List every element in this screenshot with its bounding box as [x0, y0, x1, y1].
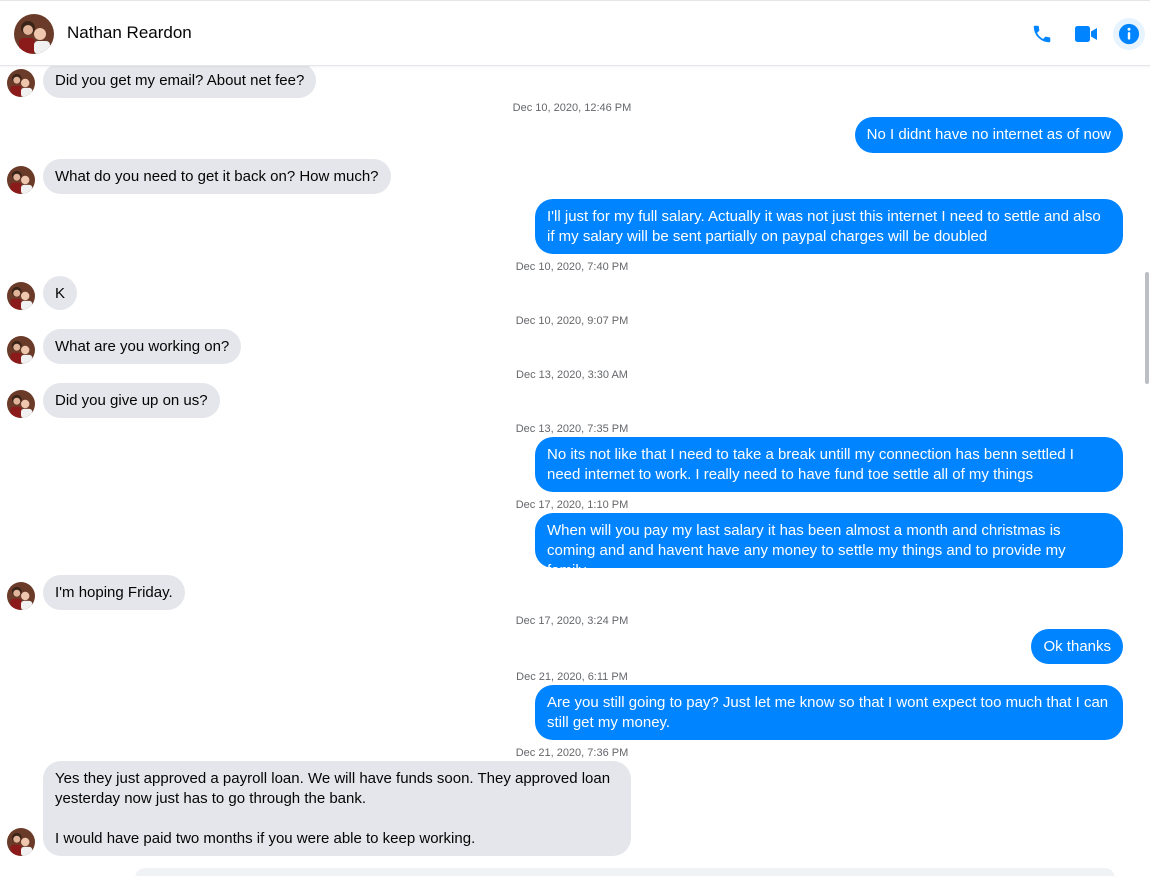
- received-message[interactable]: K: [43, 276, 78, 310]
- received-message[interactable]: Did you get my email? About net fee?: [43, 63, 317, 98]
- message-timestamp: Dec 10, 2020, 7:40 PM: [515, 261, 629, 273]
- sent-message[interactable]: I'll just for my full salary. Actually i…: [535, 199, 1123, 254]
- scrollbar[interactable]: [1144, 66, 1150, 866]
- message-timestamp: Dec 17, 2020, 3:24 PM: [515, 615, 629, 627]
- phone-icon: [1033, 25, 1051, 43]
- sender-avatar: [7, 69, 35, 97]
- received-message[interactable]: Did you give up on us?: [43, 383, 220, 418]
- message-composer[interactable]: [135, 868, 1115, 876]
- video-call-button[interactable]: [1070, 18, 1102, 50]
- call-button[interactable]: [1026, 18, 1058, 50]
- sender-avatar: [7, 282, 35, 310]
- message-timestamp: Dec 13, 2020, 3:30 AM: [516, 369, 628, 381]
- scrollbar-thumb[interactable]: [1145, 272, 1149, 384]
- contact-avatar[interactable]: [14, 14, 54, 54]
- message-timestamp: Dec 17, 2020, 1:10 PM: [515, 499, 629, 511]
- sent-message[interactable]: Are you still going to pay? Just let me …: [535, 685, 1123, 740]
- messenger-window: Nathan Reardon Did you get my email? Abo…: [0, 0, 1150, 876]
- sent-message[interactable]: No its not like that I need to take a br…: [535, 437, 1123, 492]
- received-message[interactable]: What are you working on?: [43, 329, 242, 364]
- sent-message[interactable]: When will you pay my last salary it has …: [535, 513, 1123, 579]
- message-timestamp: Dec 10, 2020, 9:07 PM: [515, 315, 629, 327]
- message-timestamp: Dec 21, 2020, 7:36 PM: [515, 747, 629, 759]
- message-timestamp: Dec 21, 2020, 6:11 PM: [516, 671, 628, 683]
- sender-avatar: [7, 582, 35, 610]
- video-camera-icon: [1075, 26, 1097, 42]
- received-message[interactable]: Yes they just approved a payroll loan. W…: [43, 761, 631, 856]
- sent-message[interactable]: No I didnt have no internet as of now: [854, 117, 1123, 153]
- message-timestamp: Dec 13, 2020, 7:35 PM: [515, 423, 629, 435]
- received-message[interactable]: I'm hoping Friday.: [43, 575, 185, 610]
- sender-avatar: [7, 166, 35, 194]
- contact-name[interactable]: Nathan Reardon: [67, 23, 192, 43]
- received-message[interactable]: What do you need to get it back on? How …: [43, 159, 391, 194]
- message-timestamp: Dec 10, 2020, 12:46 PM: [512, 102, 632, 114]
- sender-avatar: [7, 828, 35, 856]
- message-thread: Did you get my email? About net fee? Dec…: [0, 63, 1150, 876]
- sender-avatar: [7, 336, 35, 364]
- conversation-info-button[interactable]: [1113, 18, 1145, 50]
- info-icon: [1118, 23, 1140, 45]
- sent-message[interactable]: Ok thanks: [1031, 629, 1123, 664]
- sender-avatar: [7, 390, 35, 418]
- conversation-header: Nathan Reardon: [0, 0, 1150, 66]
